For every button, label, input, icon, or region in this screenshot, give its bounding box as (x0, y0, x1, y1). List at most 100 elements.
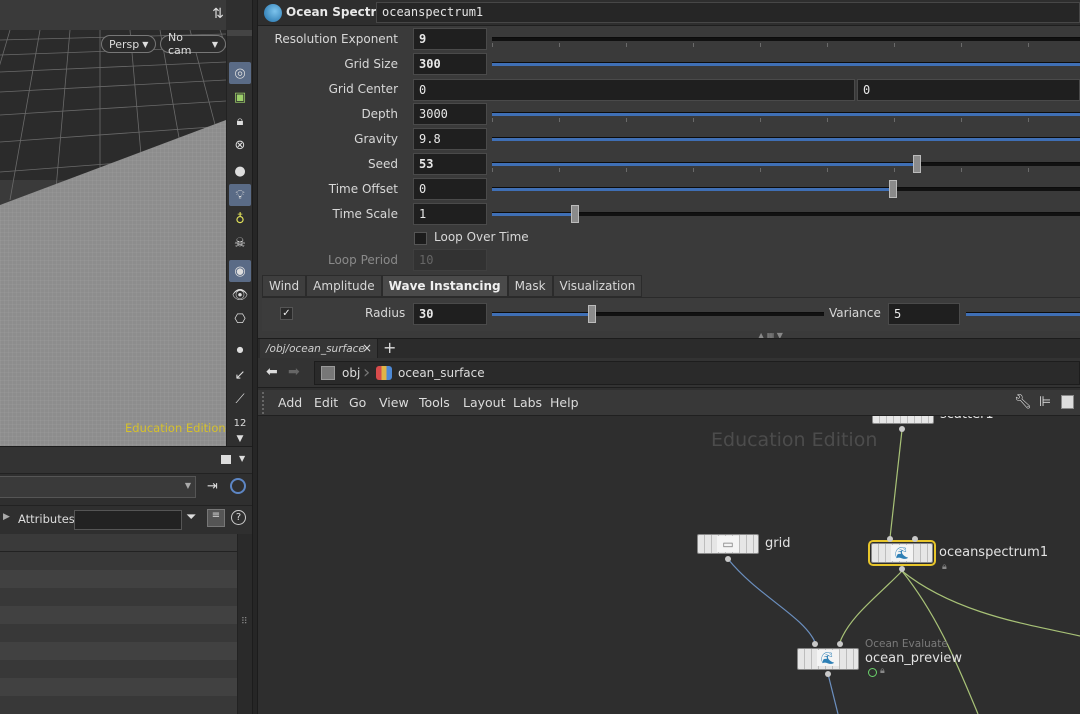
slider-handle[interactable] (889, 180, 897, 198)
point-icon[interactable]: ● (229, 338, 251, 360)
input-connector[interactable] (912, 536, 918, 542)
shading-sphere-icon[interactable]: ● (229, 160, 251, 182)
node-oceanspectrum1[interactable]: 🌊︎ (868, 540, 936, 566)
output-connector[interactable] (899, 566, 905, 572)
visibility-icon[interactable]: 👁︎ (229, 284, 251, 306)
slider-handle[interactable] (913, 155, 921, 173)
persp-menu[interactable]: Persp ▼ (101, 35, 157, 53)
loop-over-time-checkbox[interactable] (414, 232, 427, 245)
depth-slider[interactable] (492, 112, 1080, 116)
table-row[interactable] (0, 570, 237, 588)
table-row[interactable] (0, 588, 237, 606)
camera-menu[interactable]: No cam ▼ (160, 31, 226, 57)
node-path-combo[interactable]: ▼ (0, 476, 196, 498)
table-row[interactable] (0, 678, 237, 696)
table-row[interactable] (0, 606, 237, 624)
skull-icon[interactable]: ☠ (229, 232, 251, 254)
radius-slider[interactable] (492, 305, 824, 323)
menu-labs[interactable]: Labs (513, 395, 542, 410)
table-row[interactable] (0, 660, 237, 678)
tab-wind[interactable]: Wind (262, 275, 307, 297)
picker-icon[interactable]: ⟋ (229, 388, 251, 410)
node-grid[interactable]: ▭ (697, 534, 759, 554)
tree-view-icon[interactable]: ⊫ (1039, 394, 1051, 410)
lock-icon[interactable]: 🔒︎ (880, 666, 885, 676)
camera-snapshot-icon[interactable]: ◉ (229, 260, 251, 282)
lock-icon[interactable]: 🔒︎ (942, 562, 947, 572)
time-scale-field[interactable]: 1 (413, 203, 487, 225)
grid-size-slider[interactable] (492, 62, 1080, 66)
attributes-filter-input[interactable] (74, 510, 182, 530)
menu-go[interactable]: Go (349, 395, 366, 410)
menu-help[interactable]: Help (550, 395, 579, 410)
grid-size-field[interactable]: 300 (413, 53, 487, 75)
menu-add[interactable]: Add (278, 395, 302, 410)
ghost-display-icon[interactable]: ◎ (229, 62, 251, 84)
seed-slider[interactable] (492, 155, 1080, 173)
chevron-right-icon[interactable]: ▶ (3, 512, 10, 522)
menu-tools[interactable]: Tools (419, 395, 450, 410)
input-connector[interactable] (837, 641, 843, 647)
pin-icon[interactable]: ⇥ (207, 479, 218, 494)
tab-amplitude[interactable]: Amplitude (306, 275, 382, 297)
output-connector[interactable] (899, 426, 905, 432)
variance-field[interactable]: 5 (888, 303, 960, 325)
time-offset-slider[interactable] (492, 180, 1080, 198)
viewport-display-icon[interactable]: ⇅ (207, 4, 226, 24)
display-flag-icon[interactable] (868, 668, 877, 677)
chevron-down-icon[interactable]: ▼ (239, 454, 245, 463)
filter-icon[interactable]: ⏷ (186, 510, 196, 525)
normal-icon[interactable]: ↙ (229, 364, 251, 386)
spreadsheet-scrollbar[interactable]: ⠿ (237, 534, 252, 714)
grid-center-y-field[interactable]: 0 (857, 79, 1080, 101)
variance-slider[interactable] (966, 312, 1080, 316)
toolbar-grip[interactable] (227, 30, 253, 36)
lock-icon[interactable]: 🔒︎ (229, 110, 251, 132)
time-offset-field[interactable]: 0 (413, 178, 487, 200)
radius-toggle-checkbox[interactable]: ✓ (280, 307, 293, 320)
output-connector[interactable] (725, 556, 731, 562)
wrench-icon[interactable]: 🔧︎ (1014, 394, 1032, 410)
tab-wave-instancing[interactable]: Wave Instancing (381, 275, 508, 297)
depth-field[interactable]: 3000 (413, 103, 487, 125)
add-tab-icon[interactable]: + (383, 338, 396, 357)
table-row[interactable] (0, 624, 237, 642)
radius-field[interactable]: 30 (413, 303, 487, 325)
display-options-icon[interactable]: ▣ (229, 86, 251, 108)
table-row[interactable] (0, 552, 237, 570)
light-icon[interactable]: ♁ (229, 208, 251, 230)
time-scale-slider[interactable] (492, 205, 1080, 223)
output-connector[interactable] (825, 671, 831, 677)
input-connector[interactable] (887, 536, 893, 542)
breadcrumb-current[interactable]: ocean_surface (398, 366, 485, 380)
network-path-tab[interactable]: /obj/ocean_surface × (260, 339, 378, 359)
table-row[interactable] (0, 696, 237, 714)
grid-center-x-field[interactable]: 0 (413, 79, 855, 101)
table-row[interactable] (0, 642, 237, 660)
gravity-field[interactable]: 9.8 (413, 128, 487, 150)
gravity-slider[interactable] (492, 137, 1080, 141)
node-scatter1[interactable] (872, 416, 934, 424)
slider-handle[interactable] (588, 305, 596, 323)
node-ocean-preview[interactable]: 🌊︎ (797, 648, 859, 670)
resolution-exponent-slider[interactable] (492, 37, 1080, 41)
pane-menu-icon[interactable] (221, 455, 231, 464)
scene-viewport[interactable]: ⇅ ? Persp ▼ No cam ▼ Education Edition (0, 0, 226, 446)
forward-arrow-icon[interactable]: ➡ (288, 364, 300, 380)
menu-edit[interactable]: Edit (314, 395, 338, 410)
target-icon[interactable] (230, 478, 246, 494)
tab-visualization[interactable]: Visualization (552, 275, 643, 297)
node-name-field[interactable]: oceanspectrum1 (376, 2, 1080, 23)
slider-handle[interactable] (571, 205, 579, 223)
light-bulb-icon[interactable]: 💡︎ (229, 184, 251, 206)
camera-icon[interactable]: ⎔ (229, 308, 251, 330)
menu-layout[interactable]: Layout (463, 395, 506, 410)
close-icon[interactable]: × (362, 341, 372, 355)
tab-mask[interactable]: Mask (507, 275, 553, 297)
input-connector[interactable] (812, 641, 818, 647)
back-arrow-icon[interactable]: ⬅ (266, 364, 278, 380)
breadcrumb-obj[interactable]: obj (342, 366, 360, 380)
column-options-icon[interactable]: ≡ (207, 509, 225, 527)
list-view-icon[interactable] (1061, 395, 1074, 409)
seed-field[interactable]: 53 (413, 153, 487, 175)
